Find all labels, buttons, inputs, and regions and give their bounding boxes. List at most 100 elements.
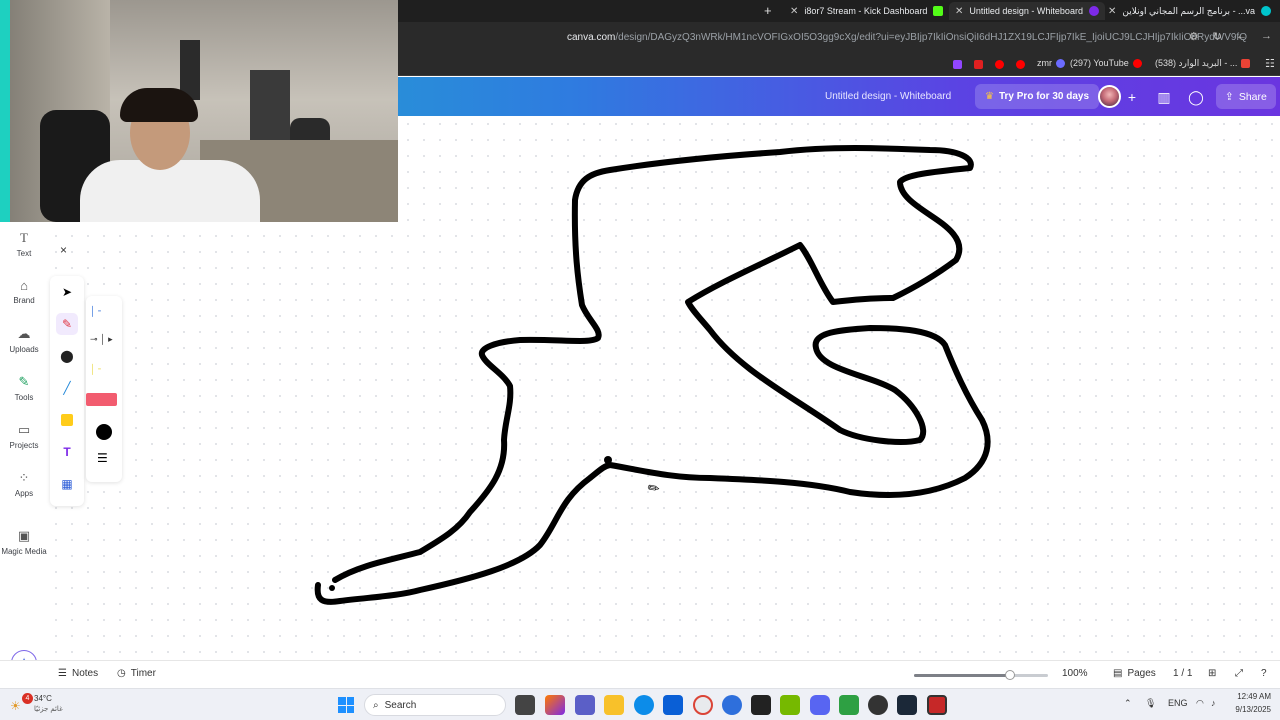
marker-tip-icon[interactable]: ⊸ │ ▸ — [90, 334, 113, 345]
share-button[interactable]: ⇪ Share — [1216, 84, 1276, 109]
sidebar-item-brand[interactable]: ⌂ Brand — [0, 278, 48, 305]
volume-icon[interactable]: ♪ — [1211, 698, 1216, 708]
twitch-icon[interactable] — [953, 60, 962, 69]
notes-button[interactable]: ☰ Notes — [58, 668, 98, 679]
fullscreen-icon[interactable]: ⤢ — [1235, 668, 1243, 679]
taskbar-search[interactable]: ⌕ Search — [364, 694, 506, 716]
youtube-icon[interactable] — [1016, 60, 1025, 69]
close-tab-icon[interactable]: ✕ — [790, 6, 798, 17]
stroke-color-swatch[interactable] — [96, 424, 112, 440]
sidebar-item-magic-media[interactable]: ▣ Magic Media — [0, 528, 48, 556]
cloud-upload-icon: ☁ — [17, 326, 31, 341]
timer-button[interactable]: ◷ Timer — [117, 668, 156, 679]
task-view-icon[interactable] — [515, 695, 535, 715]
sidebar-item-projects[interactable]: ▭ Projects — [0, 422, 48, 450]
share-label: Share — [1238, 90, 1267, 103]
nvidia-icon[interactable] — [780, 695, 800, 715]
tune-icon[interactable]: ⚙ — [1189, 30, 1199, 43]
add-collaborator-icon[interactable]: + — [1121, 86, 1143, 108]
line-icon[interactable]: ╱ — [56, 377, 78, 399]
table-icon[interactable]: ▦ — [56, 473, 78, 495]
capcut-icon[interactable] — [751, 695, 771, 715]
close-draw-panel-button[interactable]: × — [60, 243, 67, 257]
wifi-icon[interactable]: ◠ — [1196, 698, 1204, 709]
search-icon: ⌕ — [373, 699, 379, 711]
windows-taskbar: ☀ 4 34°C غائم جزئيًا ⌕ Search ⌃ 🎙 ENG ◠ … — [0, 688, 1280, 720]
grid-view-icon[interactable]: ⊞ — [1208, 668, 1216, 679]
sidebar-item-tools[interactable]: ✎ Tools — [0, 374, 48, 402]
language-indicator[interactable]: ENG — [1168, 698, 1188, 708]
pages-button[interactable]: ▤ Pages — [1113, 668, 1156, 679]
tab-label: i8or7 Stream - Kick Dashboard — [804, 6, 928, 16]
bookmark-icon[interactable] — [974, 60, 983, 69]
text-tool-icon[interactable]: T — [56, 441, 78, 463]
sidebar-item-apps[interactable]: ⁘ Apps — [0, 470, 48, 498]
pen-tip-icon[interactable]: │ ╴ — [90, 306, 104, 317]
crown-icon: ♛ — [985, 91, 994, 102]
highlighter-tip-icon[interactable]: │ ╴ — [90, 364, 104, 375]
zoom-slider-fill — [914, 674, 1011, 677]
youtube-icon[interactable] — [995, 60, 1004, 69]
show-hidden-icons[interactable]: ⌃ — [1124, 698, 1132, 709]
weather-temp: 34°C — [34, 694, 52, 703]
sidebar-item-label: Tools — [14, 393, 34, 402]
notification-badge: 4 — [22, 693, 33, 704]
discord-icon[interactable] — [810, 695, 830, 715]
editor-footer: ☰ Notes ◷ Timer 100% ▤ Pages 1 / 1 ⊞ ⤢ ? — [0, 660, 1280, 688]
file-explorer-icon[interactable] — [604, 695, 624, 715]
analytics-icon[interactable]: ▥ — [1153, 86, 1175, 108]
chrome-icon[interactable] — [693, 695, 713, 715]
tab-kick-dashboard[interactable]: ✕ i8or7 Stream - Kick Dashboard — [790, 2, 944, 20]
clock-time[interactable]: 12:49 AM — [1227, 692, 1271, 701]
teams-icon[interactable] — [575, 695, 595, 715]
copilot-icon[interactable] — [545, 695, 565, 715]
edge-icon[interactable] — [634, 695, 654, 715]
all-bookmarks-icon[interactable]: ☷ — [1265, 57, 1275, 70]
app-icon[interactable] — [927, 695, 947, 715]
timer-label: Timer — [130, 668, 156, 679]
eraser-icon[interactable] — [86, 393, 117, 406]
tab-canva-whiteboard[interactable]: ✕ Untitled design - Whiteboard — [949, 2, 1105, 20]
sidebar-item-text[interactable]: T Text — [0, 230, 48, 258]
bookmark-gmail[interactable]: (538) البريد الوارد - ... — [1155, 58, 1251, 69]
select-icon[interactable]: ➤ — [56, 281, 78, 303]
avatar[interactable] — [1098, 85, 1121, 108]
steam-icon[interactable] — [897, 695, 917, 715]
bookmark-zmr[interactable]: zmr — [1037, 58, 1065, 68]
zoom-level[interactable]: 100% — [1062, 668, 1088, 679]
tab-drawing-app[interactable]: ✕ برنامج الرسم المجاني اونلاين - ...va — [1108, 2, 1272, 20]
try-pro-button[interactable]: ♛ Try Pro for 30 days — [975, 84, 1100, 109]
zoom-slider-handle[interactable] — [1005, 670, 1016, 680]
microphone-icon[interactable]: 🎙 — [1145, 698, 1156, 709]
close-tab-icon[interactable]: ✕ — [955, 6, 963, 17]
url-domain: canva.com — [567, 32, 616, 43]
forward-icon[interactable]: → — [1261, 30, 1272, 43]
sidebar-item-label: Brand — [13, 296, 35, 305]
close-tab-icon[interactable]: ✕ — [1108, 6, 1116, 17]
comment-icon[interactable]: ◯ — [1185, 86, 1207, 108]
zoom-slider[interactable] — [914, 670, 1048, 680]
app-icon[interactable] — [839, 695, 859, 715]
text-icon: T — [20, 230, 28, 245]
bookmark-label: (297) YouTube — [1070, 58, 1129, 68]
reload-icon[interactable]: ↻ — [1213, 30, 1222, 43]
new-tab-button[interactable]: + — [764, 3, 772, 18]
pen-icon[interactable]: ✎ — [56, 313, 78, 335]
tab-label: برنامج الرسم المجاني اونلاين - ...va — [1122, 5, 1256, 16]
tab-label: Untitled design - Whiteboard — [969, 6, 1083, 16]
notes-icon: ☰ — [58, 668, 67, 679]
obs-icon[interactable] — [868, 695, 888, 715]
help-icon[interactable]: ? — [1261, 668, 1267, 679]
app-icon[interactable] — [722, 695, 742, 715]
sticky-note-icon[interactable] — [56, 409, 78, 431]
clock-date[interactable]: 9/13/2025 — [1227, 705, 1271, 714]
sidebar-item-uploads[interactable]: ☁ Uploads — [0, 326, 48, 354]
document-title[interactable]: Untitled design - Whiteboard — [825, 91, 951, 102]
shapes-icon[interactable]: ⬤ — [56, 345, 78, 367]
back-icon[interactable]: ← — [1236, 30, 1247, 43]
stroke-weight-icon[interactable]: ☰ — [97, 451, 108, 465]
bookmark-youtube[interactable]: (297) YouTube — [1070, 58, 1142, 68]
url-text[interactable]: canva.com/design/DAGyzQ3nWRk/HM1ncVOFIGx… — [567, 32, 1247, 43]
store-icon[interactable] — [663, 695, 683, 715]
windows-start-icon[interactable] — [338, 697, 354, 713]
